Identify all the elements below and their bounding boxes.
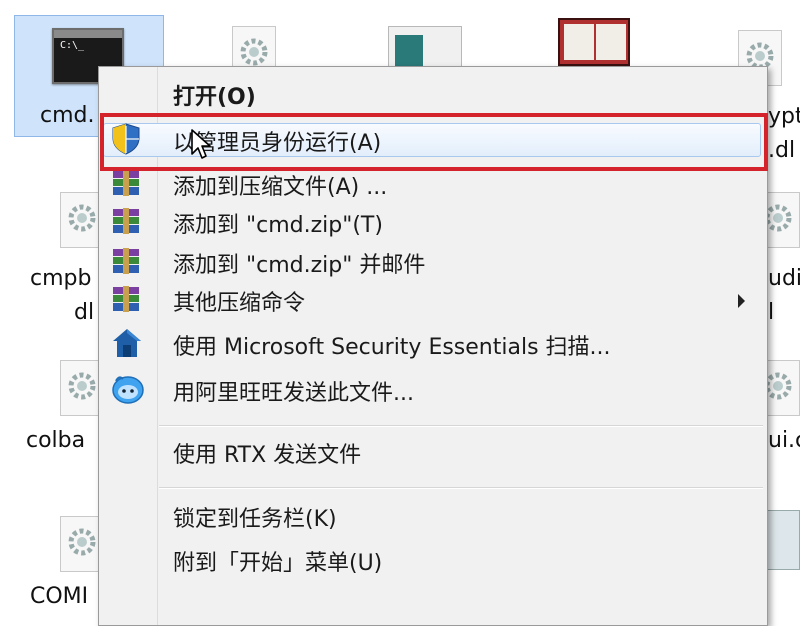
desktop-icon-label[interactable]: COMI bbox=[30, 584, 88, 609]
desktop-icon-label[interactable]: ypt bbox=[768, 104, 800, 129]
desktop-icon-label[interactable]: .dl bbox=[768, 138, 795, 163]
menu-item-label: 使用 Microsoft Security Essentials 扫描... bbox=[173, 335, 611, 360]
submenu-arrow-icon bbox=[738, 294, 745, 308]
menu-separator bbox=[159, 487, 763, 489]
menu-item-label: 用阿里旺旺发送此文件... bbox=[173, 381, 414, 406]
mse-house-icon bbox=[111, 327, 143, 363]
menu-item-label: 其他压缩命令 bbox=[173, 291, 306, 316]
desktop-icon-label[interactable]: dl bbox=[74, 300, 94, 325]
desktop-icon-label[interactable]: cmd. bbox=[40, 103, 94, 128]
winrar-icon bbox=[111, 285, 141, 317]
menu-item-label: 添加到 "cmd.zip" 并邮件 bbox=[173, 253, 426, 278]
menu-item-add-to-zip-and-email[interactable]: 添加到 "cmd.zip" 并邮件 bbox=[99, 243, 767, 283]
menu-item-other-compress-commands[interactable]: 其他压缩命令 bbox=[99, 281, 767, 321]
menu-item-rtx-send[interactable]: 使用 RTX 发送文件 bbox=[99, 433, 767, 473]
desktop-icon-label[interactable]: udit bbox=[768, 266, 800, 291]
menu-item-mse-scan[interactable]: 使用 Microsoft Security Essentials 扫描... bbox=[99, 325, 767, 365]
menu-item-add-to-archive[interactable]: 添加到压缩文件(A) ... bbox=[99, 165, 767, 205]
menu-item-label: 添加到 "cmd.zip"(T) bbox=[173, 213, 383, 238]
winrar-icon bbox=[111, 207, 141, 239]
menu-item-label: 锁定到任务栏(K) bbox=[173, 507, 337, 532]
book-file-icon[interactable] bbox=[558, 18, 630, 66]
menu-item-pin-to-start[interactable]: 附到「开始」菜单(U) bbox=[99, 541, 767, 581]
desktop-icon-label[interactable]: l bbox=[768, 300, 774, 325]
desktop-icon-label[interactable]: ui.c bbox=[768, 428, 800, 453]
menu-item-pin-to-taskbar[interactable]: 锁定到任务栏(K) bbox=[99, 497, 767, 537]
window-file-icon[interactable] bbox=[388, 26, 462, 70]
winrar-icon bbox=[111, 247, 141, 279]
mouse-cursor-icon bbox=[190, 128, 212, 164]
winrar-icon bbox=[111, 169, 141, 201]
menu-separator bbox=[159, 425, 763, 427]
menu-item-label: 打开(O) bbox=[173, 85, 256, 110]
desktop-icon-label[interactable]: colba bbox=[26, 428, 85, 453]
menu-item-label: 使用 RTX 发送文件 bbox=[173, 443, 362, 468]
menu-item-label: 附到「开始」菜单(U) bbox=[173, 551, 383, 576]
aliwangwang-icon bbox=[111, 373, 145, 409]
menu-item-aliwangwang-send[interactable]: 用阿里旺旺发送此文件... bbox=[99, 371, 767, 411]
menu-item-label: 添加到压缩文件(A) ... bbox=[173, 175, 388, 200]
menu-item-add-to-cmd-zip[interactable]: 添加到 "cmd.zip"(T) bbox=[99, 203, 767, 243]
desktop-icon-label[interactable]: cmpb bbox=[30, 266, 91, 291]
menu-item-open[interactable]: 打开(O) bbox=[99, 75, 767, 115]
